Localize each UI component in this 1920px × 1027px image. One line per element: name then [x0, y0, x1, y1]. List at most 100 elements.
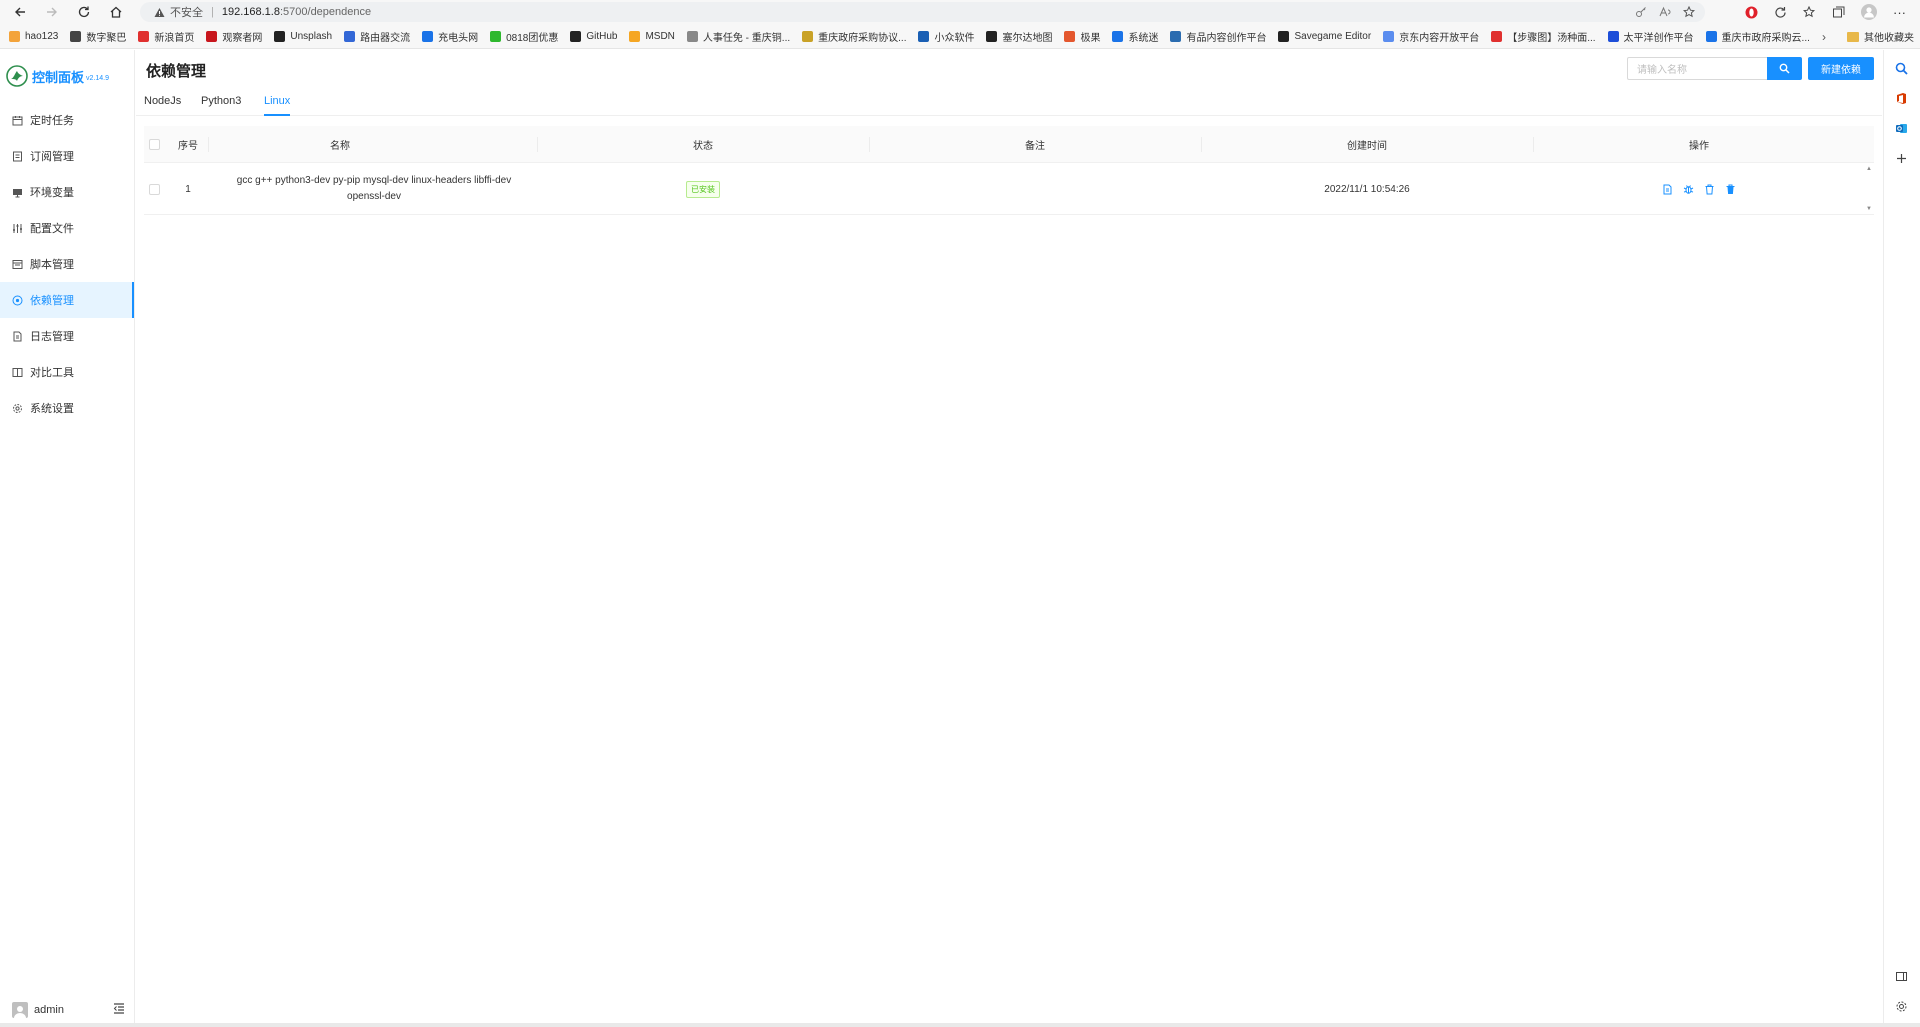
bookmark-label: 重庆市政府采购云...	[1721, 32, 1810, 44]
row-scrollbar[interactable]: ▲ ▼	[1864, 163, 1874, 215]
bookmark-label: 充电头网	[438, 32, 479, 44]
bookmark-item[interactable]: 【步骤图】汤种面...	[1491, 29, 1596, 44]
outlook-icon[interactable]	[1895, 122, 1908, 135]
browser-toolbar: 不安全 | 192.168.1.8:5700/dependence ···	[0, 0, 1920, 24]
search-input[interactable]: 请输入名称	[1627, 57, 1767, 80]
bookmark-item[interactable]: 观察者网	[206, 29, 262, 44]
bookmark-item[interactable]: 有品内容创作平台	[1170, 29, 1266, 44]
bookmark-item[interactable]: 重庆市政府采购云...	[1705, 29, 1810, 44]
address-bar[interactable]: 不安全 | 192.168.1.8:5700/dependence	[140, 2, 1705, 22]
folder-icon	[1847, 31, 1859, 42]
tab-nodejs[interactable]: NodeJs	[144, 95, 181, 116]
reinstall-icon[interactable]	[1683, 184, 1694, 195]
sidebar-item-log[interactable]: 日志管理	[0, 318, 134, 354]
bookmark-label: 小众软件	[934, 32, 975, 44]
bookmark-favicon-icon	[1491, 30, 1503, 42]
avatar[interactable]	[12, 1002, 28, 1018]
key-icon[interactable]	[1635, 6, 1647, 18]
sidebar-item-monitor[interactable]: 环境变量	[0, 174, 134, 210]
bookmark-label: 新浪首页	[154, 32, 195, 44]
sidebar-item-label: 对比工具	[30, 367, 74, 379]
read-aloud-icon[interactable]	[1659, 6, 1671, 18]
other-bookmarks[interactable]: 其他收藏夹	[1841, 24, 1914, 48]
bookmark-item[interactable]: 新浪首页	[138, 29, 194, 44]
bookmark-item[interactable]: 塞尔达地图	[986, 29, 1052, 44]
row-name-line1: gcc g++ python3-dev py-pip mysql-dev lin…	[236, 175, 512, 186]
bookmark-item[interactable]: 极果	[1064, 29, 1100, 44]
search-icon[interactable]	[1895, 62, 1908, 75]
sidebar-item-label: 日志管理	[30, 331, 74, 343]
row-status: 已安装	[537, 163, 869, 215]
bookmark-favicon-icon	[570, 30, 582, 42]
bookmark-item[interactable]: GitHub	[570, 30, 617, 42]
sidebar-item-diff[interactable]: 对比工具	[0, 354, 134, 390]
bookmark-favicon-icon	[802, 30, 814, 42]
tab-linux[interactable]: Linux	[264, 95, 291, 116]
bookmark-item[interactable]: MSDN	[629, 30, 675, 42]
sync-icon[interactable]	[1774, 6, 1787, 19]
profile-icon[interactable]	[1861, 4, 1877, 20]
favorites-icon[interactable]	[1803, 5, 1816, 19]
app-logo[interactable]: 控制面板 v2.14.9	[0, 50, 134, 102]
bookmark-favicon-icon	[422, 30, 434, 42]
bookmark-item[interactable]: 数字聚巴	[70, 29, 126, 44]
add-icon[interactable]	[1895, 152, 1908, 165]
bookmark-label: 0818团优惠	[506, 32, 559, 44]
col-name: 名称	[330, 141, 350, 152]
force-delete-icon[interactable]	[1725, 184, 1736, 195]
bookmark-label: hao123	[25, 30, 59, 42]
add-favorite-icon[interactable]	[1683, 6, 1695, 18]
bookmark-item[interactable]: hao123	[9, 30, 59, 42]
col-created: 创建时间	[1347, 141, 1387, 152]
sidebar-item-calendar[interactable]: 定时任务	[0, 102, 134, 138]
office-icon[interactable]	[1895, 92, 1908, 105]
bookmark-item[interactable]: 路由器交流	[344, 29, 410, 44]
page-header: 依赖管理 请输入名称 新建依赖	[136, 50, 1882, 90]
refresh-button[interactable]	[71, 0, 97, 24]
bookmark-item[interactable]: 太平洋创作平台	[1607, 29, 1694, 44]
new-dependency-button[interactable]: 新建依赖	[1808, 57, 1874, 80]
row-checkbox[interactable]	[144, 163, 164, 215]
username[interactable]: admin	[34, 1004, 64, 1016]
sidebar-item-subscribe[interactable]: 订阅管理	[0, 138, 134, 174]
tab-python3[interactable]: Python3	[201, 95, 241, 116]
bookmark-item[interactable]: Unsplash	[274, 30, 332, 42]
bookmark-item[interactable]: Savegame Editor	[1278, 30, 1371, 42]
bookmark-label: 塞尔达地图	[1002, 32, 1053, 44]
status-badge: 已安装	[686, 180, 720, 198]
warning-icon	[154, 7, 165, 18]
opera-extension-icon[interactable]	[1745, 6, 1758, 19]
bookmark-item[interactable]: 充电头网	[422, 29, 478, 44]
select-all-checkbox[interactable]	[144, 126, 164, 163]
bookmark-item[interactable]: 小众软件	[918, 29, 974, 44]
forward-button[interactable]	[39, 0, 65, 24]
row-remark	[869, 163, 1201, 215]
sidebar-item-sliders[interactable]: 配置文件	[0, 210, 134, 246]
sidebar-item-script[interactable]: 脚本管理	[0, 246, 134, 282]
sidebar-item-gear[interactable]: 系统设置	[0, 390, 134, 426]
back-button[interactable]	[7, 0, 33, 24]
bookmark-item[interactable]: 系统迷	[1112, 29, 1158, 44]
bookmark-item[interactable]: 人事任免 - 重庆铜...	[686, 29, 790, 44]
sidebar-item-label: 配置文件	[30, 223, 74, 235]
col-remark: 备注	[1025, 141, 1045, 152]
home-button[interactable]	[103, 0, 129, 24]
bookmark-favicon-icon	[1383, 30, 1395, 42]
bookmark-label: 极果	[1080, 32, 1101, 44]
sidebar-item-dependency[interactable]: 依赖管理	[0, 282, 134, 318]
collapse-menu-icon[interactable]	[113, 1003, 125, 1014]
bookmark-label: 京东内容开放平台	[1399, 32, 1480, 44]
collections-icon[interactable]	[1832, 6, 1845, 19]
row-name: gcc g++ python3-dev py-pip mysql-dev lin…	[208, 163, 540, 215]
bookmark-item[interactable]: 京东内容开放平台	[1383, 29, 1479, 44]
bookmark-item[interactable]: 0818团优惠	[490, 29, 558, 44]
search-button[interactable]	[1767, 57, 1802, 80]
bookmark-item[interactable]: 重庆政府采购协议...	[802, 29, 906, 44]
log-icon[interactable]	[1662, 184, 1673, 195]
calendar-icon	[12, 115, 23, 126]
bookmarks-more-chevron-icon[interactable]: ›	[1816, 24, 1832, 48]
more-menu-icon[interactable]: ···	[1893, 5, 1906, 20]
delete-icon[interactable]	[1704, 184, 1715, 195]
gear-icon[interactable]	[1895, 1000, 1908, 1013]
sidebar-toggle-icon[interactable]	[1895, 970, 1908, 983]
